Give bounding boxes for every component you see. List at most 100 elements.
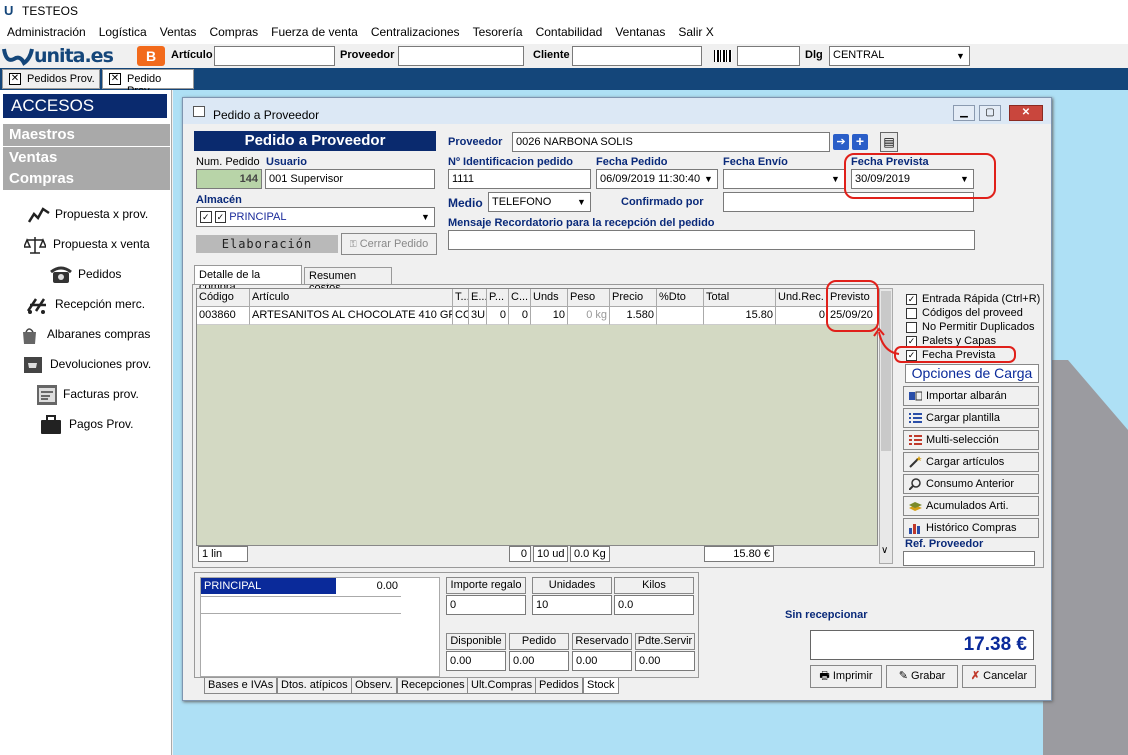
barcode-input[interactable] [737, 46, 800, 66]
grid-cell-articulo[interactable]: ARTESANITOS AL CHOCOLATE 410 GR [250, 307, 453, 325]
cerrar-pedido-button[interactable]: ⚿ Cerrar Pedido [341, 233, 437, 255]
importe-regalo-field[interactable]: 0 [446, 595, 526, 615]
grid-header-t[interactable]: T... [453, 289, 469, 307]
menu-centralizaciones[interactable]: Centralizaciones [364, 22, 466, 39]
minimize-button[interactable]: ▁ [953, 105, 975, 121]
scrollbar-thumb[interactable] [881, 291, 891, 451]
sidebar-section-maestros[interactable]: Maestros [3, 124, 170, 146]
grid-cell-total[interactable]: 15.80 [704, 307, 776, 325]
proveedor-input[interactable] [398, 46, 524, 66]
barcode-icon [714, 50, 732, 62]
grid-header-unds[interactable]: Unds [531, 289, 568, 307]
tab-stock[interactable]: Stock [583, 678, 619, 694]
num-ident-label: Nº Identificacion pedido [448, 156, 574, 168]
close-window-button[interactable]: ✕ [1009, 105, 1043, 121]
almacen-stock-name[interactable]: PRINCIPAL [201, 578, 336, 594]
grid-header-dto[interactable]: %Dto [657, 289, 704, 307]
grid-cell-und-rec[interactable]: 0 [776, 307, 828, 325]
cargar-plantilla-button[interactable]: Cargar plantilla [903, 408, 1039, 428]
tab-pedidos[interactable]: Pedidos [535, 678, 583, 694]
blogger-icon[interactable]: B [137, 46, 165, 66]
grid-cell-codigo[interactable]: 003860 [197, 307, 250, 325]
cargar-articulos-button[interactable]: Cargar artículos [903, 452, 1039, 472]
grid-cell-dto[interactable] [657, 307, 704, 325]
tab-observ[interactable]: Observ. [351, 678, 397, 694]
entrada-rapida-checkbox[interactable]: ✓ [906, 294, 917, 305]
codigos-proveedor-checkbox[interactable] [906, 308, 917, 319]
mensaje-field[interactable] [448, 230, 975, 250]
menu-fuerza-venta[interactable]: Fuerza de venta [264, 22, 364, 39]
grid-header-articulo[interactable]: Artículo [250, 289, 453, 307]
doc-tab-pedido-prov[interactable]: ✕ Pedido Prov. [102, 69, 194, 97]
grid-cell-t[interactable]: CO [453, 307, 469, 325]
grid-cell-precio[interactable]: 1.580 [610, 307, 657, 325]
menu-contabilidad[interactable]: Contabilidad [529, 22, 609, 39]
menu-salir[interactable]: Salir X [671, 22, 719, 39]
shopping-bag-icon [23, 328, 36, 344]
tab-resumen-costos[interactable]: Resumen costos [304, 267, 392, 294]
kilos-field[interactable]: 0.0 [614, 595, 694, 615]
proveedor-field[interactable]: 0026 NARBONA SOLIS [512, 132, 830, 152]
cancelar-button[interactable]: ✗ Cancelar [962, 665, 1036, 688]
almacen-value: PRINCIPAL [229, 211, 287, 223]
articulo-input[interactable] [214, 46, 335, 66]
maximize-button[interactable]: ▢ [979, 105, 1001, 121]
pedido-window: Pedido a Proveedor ▁ ▢ ✕ Pedido a Provee… [182, 97, 1052, 701]
window-icon [193, 106, 205, 117]
sidebar-section-ventas[interactable]: Ventas [3, 147, 170, 169]
sidebar-section-compras[interactable]: Compras [3, 168, 170, 190]
almacen-select[interactable]: ✓ ✓ PRINCIPAL ▼ [196, 207, 435, 227]
menu-logistica[interactable]: Logística [92, 22, 153, 39]
grid-header-c[interactable]: C... [509, 289, 531, 307]
tab-ult-compras[interactable]: Ult.Compras [467, 678, 537, 694]
menu-administracion[interactable]: Administración [0, 22, 92, 39]
grabar-button[interactable]: ✎ Grabar [886, 665, 958, 688]
fecha-pedido-field[interactable]: 06/09/2019 11:30:40 ▼ [596, 169, 718, 189]
grid-header-precio[interactable]: Precio [610, 289, 657, 307]
usuario-field[interactable]: 001 Supervisor [265, 169, 435, 189]
grid-cell-e[interactable]: 3U [469, 307, 487, 325]
grid-header-e[interactable]: E... [469, 289, 487, 307]
grid-cell-c[interactable]: 0 [509, 307, 531, 325]
close-icon[interactable]: ✕ [109, 73, 121, 85]
unidades-field[interactable]: 10 [532, 595, 612, 615]
grid-cell-unds[interactable]: 10 [531, 307, 568, 325]
menu-ventas[interactable]: Ventas [153, 22, 203, 39]
grid-cell-peso[interactable]: 0 kg [568, 307, 610, 325]
acumulados-arti-button[interactable]: Acumulados Arti. [903, 496, 1039, 516]
grid-header-total[interactable]: Total [704, 289, 776, 307]
dlg-select[interactable]: CENTRAL ▼ [829, 46, 970, 66]
fecha-envio-field[interactable]: ▼ [723, 169, 845, 189]
doc-tab-pedidos-prov[interactable]: ✕ Pedidos Prov. [2, 69, 100, 89]
ref-proveedor-field[interactable] [903, 551, 1035, 566]
grid-cell-p[interactable]: 0 [487, 307, 509, 325]
add-icon[interactable]: + [852, 134, 868, 150]
grid-header-codigo[interactable]: Código [197, 289, 250, 307]
grid-header-peso[interactable]: Peso [568, 289, 610, 307]
num-pedido-field: 144 [196, 169, 262, 189]
chevron-down-icon[interactable]: ∨ [881, 545, 888, 556]
no-duplicados-checkbox[interactable] [906, 322, 917, 333]
cliente-input[interactable] [572, 46, 702, 66]
document-list-icon[interactable]: ▤ [880, 132, 898, 152]
importar-albaran-button[interactable]: Importar albarán [903, 386, 1039, 406]
menu-compras[interactable]: Compras [202, 22, 264, 39]
tab-recepciones[interactable]: Recepciones [397, 678, 469, 694]
arrow-right-icon[interactable]: ➔ [833, 134, 849, 150]
import-icon [909, 391, 922, 401]
num-ident-field[interactable]: 1111 [448, 169, 591, 189]
multi-seleccion-button[interactable]: Multi-selección [903, 430, 1039, 450]
menu-ventanas[interactable]: Ventanas [608, 22, 671, 39]
menu-tesoreria[interactable]: Tesorería [466, 22, 529, 39]
close-icon[interactable]: ✕ [9, 73, 21, 85]
cerrar-pedido-label: Cerrar Pedido [359, 238, 429, 250]
tab-dtos-atipicos[interactable]: Dtos. atípicos [277, 678, 352, 694]
historico-compras-button[interactable]: Histórico Compras [903, 518, 1039, 538]
medio-select[interactable]: TELEFONO ▼ [488, 192, 591, 212]
grid-header-und-rec[interactable]: Und.Rec. [776, 289, 828, 307]
tab-bases-ivas[interactable]: Bases e IVAs [204, 678, 278, 694]
consumo-anterior-button[interactable]: Consumo Anterior [903, 474, 1039, 494]
imprimir-button[interactable]: 🖶 Imprimir [810, 665, 882, 688]
tab-detalle-compra[interactable]: Detalle de la compra [194, 265, 302, 293]
grid-header-p[interactable]: P... [487, 289, 509, 307]
